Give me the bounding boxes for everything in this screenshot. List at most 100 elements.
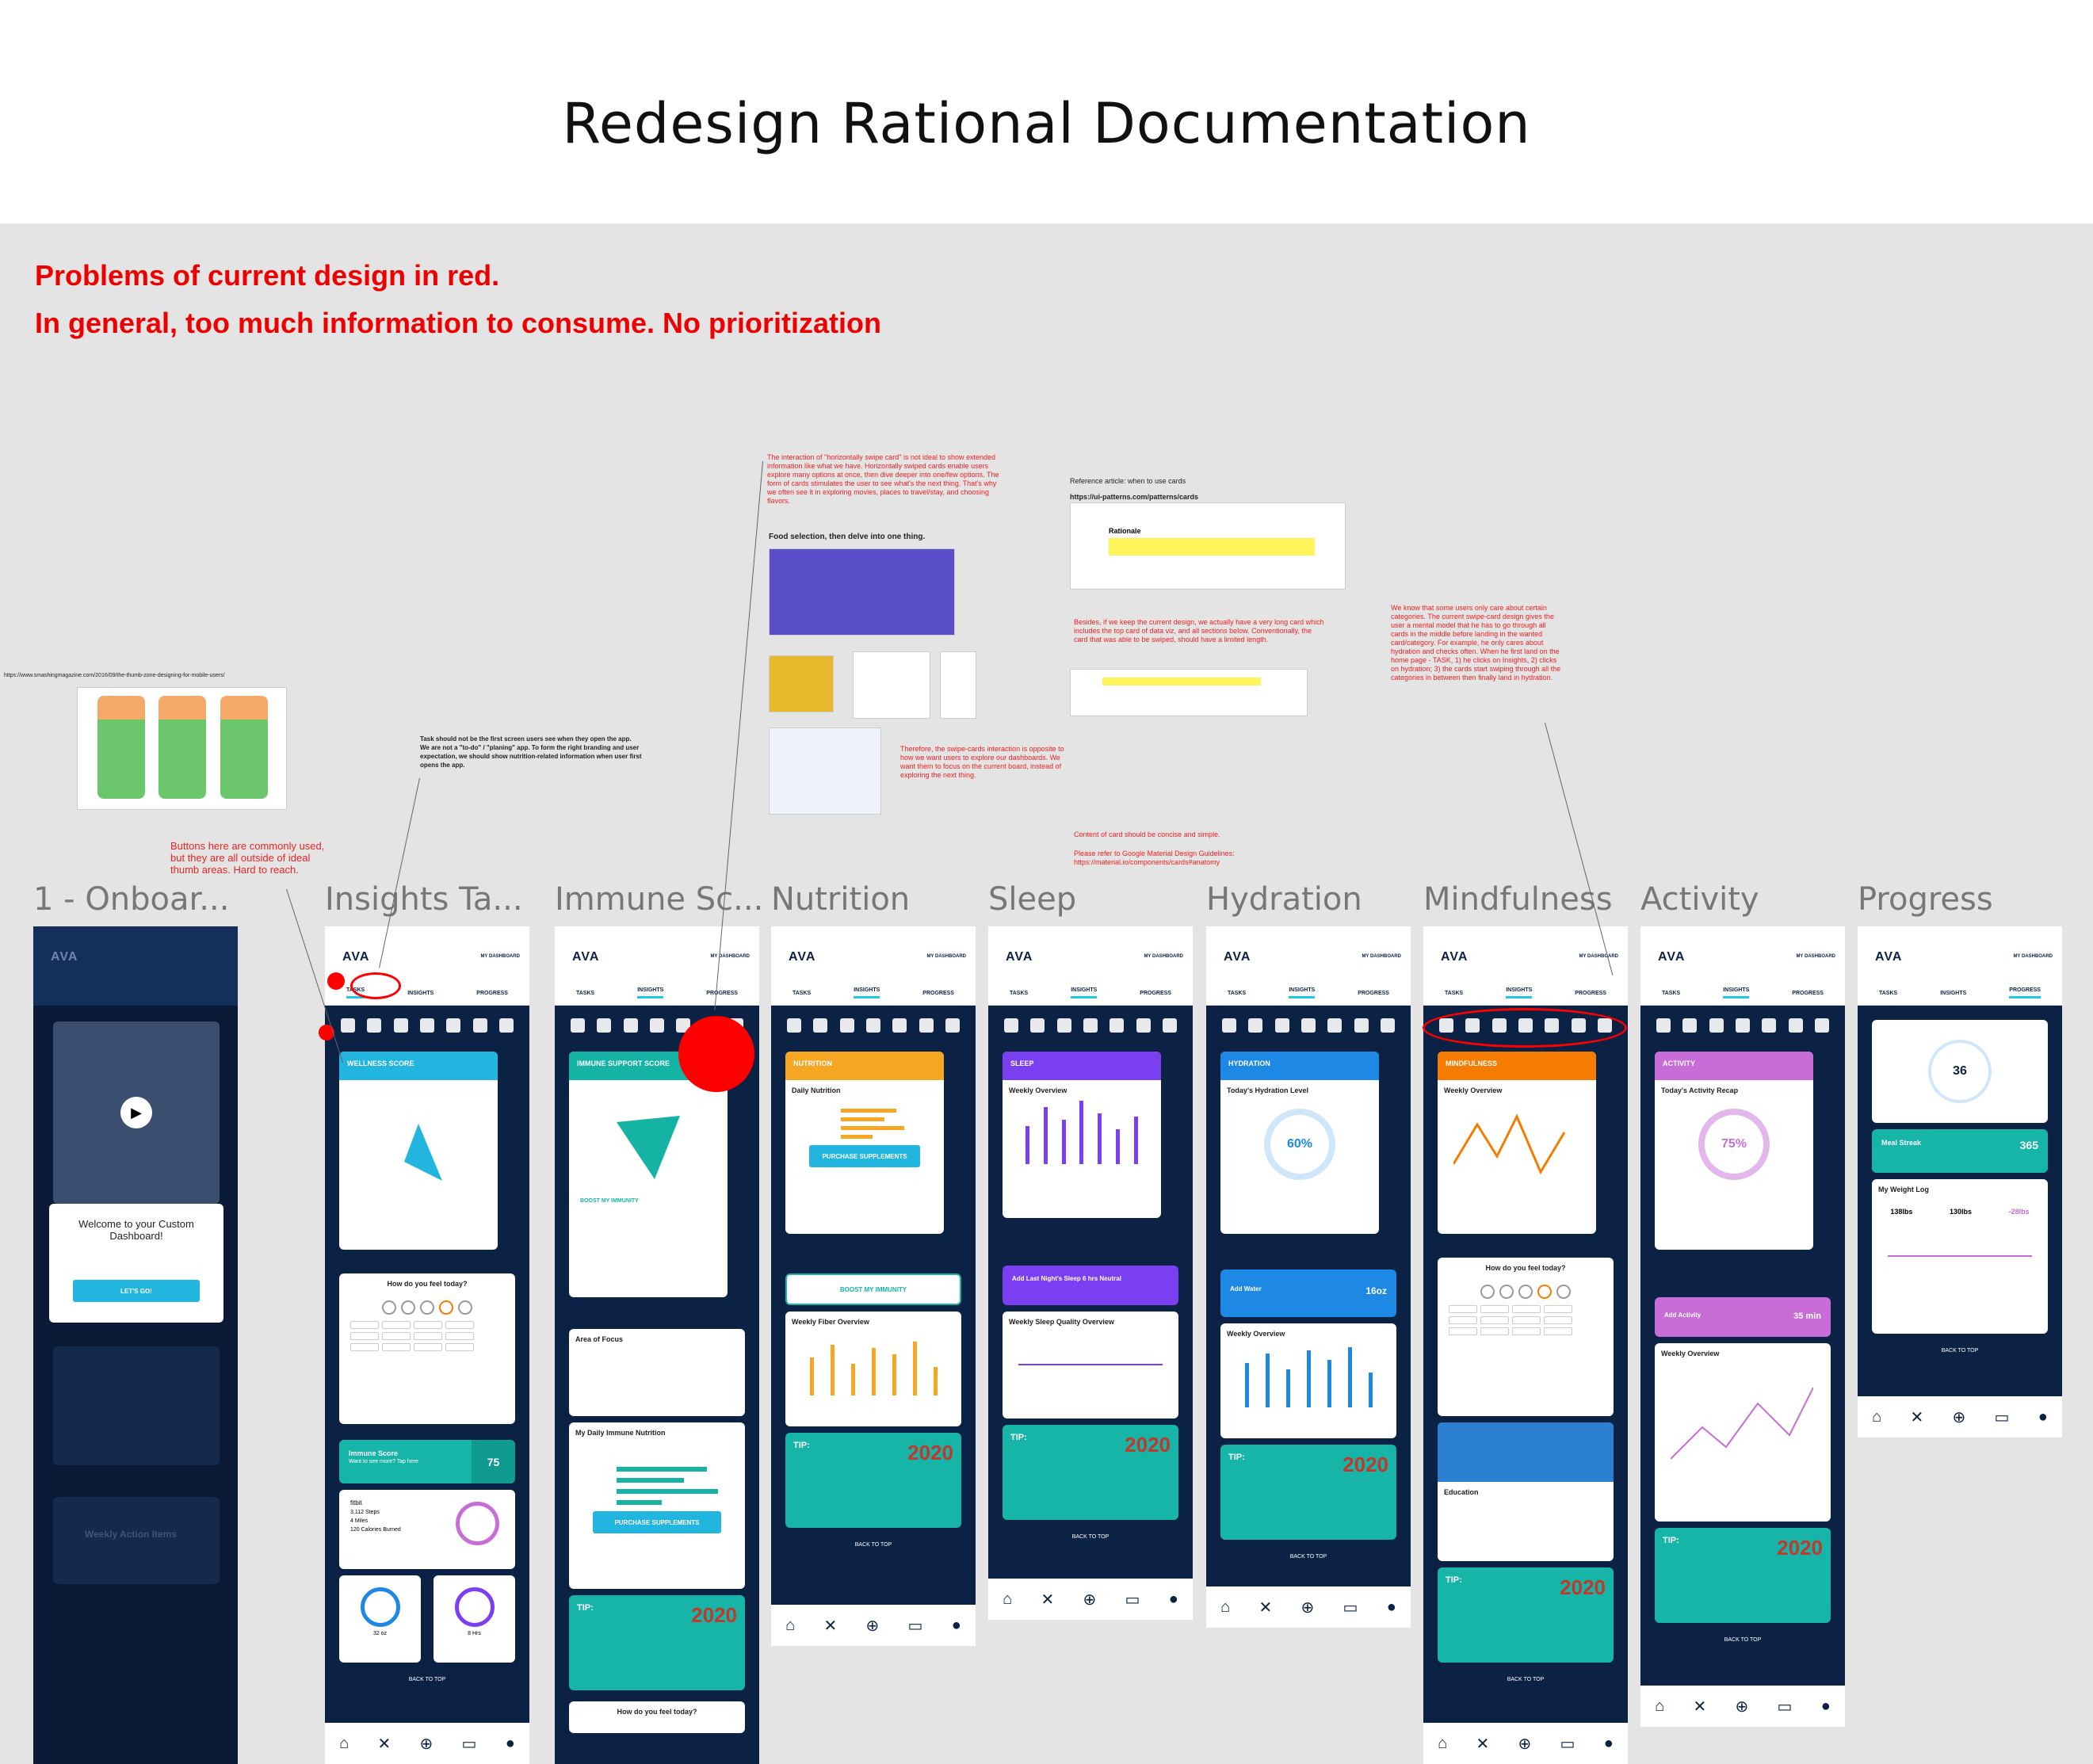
sleep-mini-card[interactable]: 8 Hrs	[433, 1575, 515, 1663]
tab-progress[interactable]: PROGRESS	[1792, 991, 1824, 996]
meal-streak-card[interactable]: Meal Streak 365	[1872, 1129, 2048, 1173]
mood-face-icon[interactable]	[401, 1300, 415, 1315]
my-dashboard-link[interactable]: MY DASHBOARD	[1579, 954, 1618, 959]
category-icon[interactable]	[865, 1018, 880, 1033]
category-icon[interactable]	[1327, 1018, 1342, 1033]
back-to-top[interactable]: BACK TO TOP	[1423, 1669, 1628, 1690]
tab-tasks[interactable]: TASKS	[576, 991, 594, 996]
purchase-button[interactable]: PURCHASE SUPPLEMENTS	[593, 1511, 721, 1533]
chat-icon[interactable]: ▭	[908, 1616, 923, 1636]
category-icon[interactable]	[919, 1018, 934, 1033]
activity-minutes[interactable]: 35 min	[1793, 1312, 1821, 1321]
mood-face-icon[interactable]	[420, 1300, 434, 1315]
category-icon[interactable]	[1030, 1018, 1045, 1033]
tab-insights[interactable]: INSIGHTS	[1940, 991, 1966, 996]
category-icon[interactable]	[786, 1018, 801, 1033]
water-amount[interactable]: 16oz	[1365, 1285, 1387, 1296]
category-icon[interactable]	[1656, 1018, 1671, 1033]
chat-icon[interactable]: ▭	[1995, 1407, 2010, 1427]
category-icon[interactable]	[597, 1018, 612, 1033]
my-dashboard-link[interactable]: MY DASHBOARD	[710, 954, 750, 959]
wellness-card[interactable]: WELLNESS SCORE	[339, 1052, 498, 1250]
tab-insights[interactable]: INSIGHTS	[1071, 987, 1098, 998]
sleep-quality[interactable]: Neutral	[1099, 1275, 1121, 1282]
mindfulness-card[interactable]: MINDFULNESS Weekly Overview	[1438, 1052, 1596, 1234]
category-icon[interactable]	[472, 1018, 487, 1033]
utensils-icon[interactable]: ✕	[823, 1616, 837, 1636]
utensils-icon[interactable]: ✕	[1476, 1734, 1489, 1754]
add-icon[interactable]: ⊕	[1083, 1590, 1097, 1609]
category-icon[interactable]	[1682, 1018, 1698, 1033]
home-icon[interactable]: ⌂	[1438, 1735, 1447, 1753]
home-icon[interactable]: ⌂	[1872, 1408, 1881, 1426]
back-to-top[interactable]: BACK TO TOP	[1858, 1340, 2062, 1361]
category-icon[interactable]	[1163, 1018, 1178, 1033]
category-icon[interactable]	[340, 1018, 355, 1033]
tab-insights[interactable]: INSIGHTS	[1723, 987, 1750, 998]
tab-tasks[interactable]: TASKS	[1010, 991, 1028, 996]
category-icon[interactable]	[1762, 1018, 1777, 1033]
back-to-top[interactable]: BACK TO TOP	[771, 1534, 976, 1556]
profile-icon[interactable]: ●	[1169, 1590, 1178, 1609]
add-icon[interactable]: ⊕	[866, 1616, 880, 1636]
add-icon[interactable]: ⊕	[420, 1734, 433, 1754]
tab-insights[interactable]: INSIGHTS	[637, 987, 664, 998]
category-icon[interactable]	[499, 1018, 514, 1033]
category-icon[interactable]	[570, 1018, 585, 1033]
profile-icon[interactable]: ●	[1821, 1697, 1831, 1716]
tab-progress[interactable]: PROGRESS	[476, 991, 508, 996]
tab-progress[interactable]: PROGRESS	[1140, 991, 1171, 996]
add-icon[interactable]: ⊕	[1953, 1407, 1966, 1427]
category-icon[interactable]	[1056, 1018, 1071, 1033]
tab-insights[interactable]: INSIGHTS	[1506, 987, 1533, 998]
back-to-top[interactable]: BACK TO TOP	[1206, 1546, 1411, 1567]
chat-icon[interactable]: ▭	[1343, 1598, 1358, 1617]
category-icon[interactable]	[1110, 1018, 1125, 1033]
mood-face-icon[interactable]	[1518, 1285, 1533, 1299]
category-icon[interactable]	[1788, 1018, 1803, 1033]
category-icon[interactable]	[1248, 1018, 1263, 1033]
utensils-icon[interactable]: ✕	[1693, 1697, 1706, 1716]
category-icon[interactable]	[1381, 1018, 1396, 1033]
profile-icon[interactable]: ●	[1604, 1735, 1614, 1753]
category-icon[interactable]	[419, 1018, 434, 1033]
back-to-top[interactable]: BACK TO TOP	[325, 1669, 529, 1690]
activity-card[interactable]: ACTIVITY Today's Activity Recap 75%	[1655, 1052, 1813, 1250]
profile-icon[interactable]: ●	[952, 1617, 961, 1635]
utensils-icon[interactable]: ✕	[1910, 1407, 1923, 1427]
add-sleep-row[interactable]: Add Last Night's Sleep 6 hrs Neutral	[1003, 1266, 1178, 1305]
sleep-hours[interactable]: 6 hrs	[1083, 1275, 1098, 1282]
category-icon[interactable]	[839, 1018, 854, 1033]
reference-url[interactable]: https://ui-patterns.com/patterns/cards	[1070, 493, 1198, 502]
category-icon[interactable]	[1354, 1018, 1369, 1033]
my-dashboard-link[interactable]: MY DASHBOARD	[480, 954, 520, 959]
home-icon[interactable]: ⌂	[339, 1735, 349, 1753]
tab-tasks[interactable]: TASKS	[793, 991, 811, 996]
tab-progress[interactable]: PROGRESS	[2009, 987, 2041, 998]
sleep-card[interactable]: SLEEP Weekly Overview	[1003, 1052, 1161, 1218]
category-icon[interactable]	[1300, 1018, 1316, 1033]
my-dashboard-link[interactable]: MY DASHBOARD	[926, 954, 966, 959]
boost-immunity-toggle[interactable]: BOOST MY IMMUNITY	[785, 1273, 961, 1305]
play-icon[interactable]: ▶	[120, 1097, 152, 1128]
category-icon[interactable]	[367, 1018, 382, 1033]
profile-icon[interactable]: ●	[506, 1735, 515, 1753]
back-to-top[interactable]: BACK TO TOP	[1640, 1629, 1845, 1651]
category-icon[interactable]	[1735, 1018, 1750, 1033]
chat-icon[interactable]: ▭	[1778, 1697, 1793, 1716]
mood-face-icon[interactable]	[382, 1300, 396, 1315]
purchase-button[interactable]: PURCHASE SUPPLEMENTS	[809, 1145, 920, 1167]
tab-progress[interactable]: PROGRESS	[922, 991, 954, 996]
mood-face-icon[interactable]	[1537, 1285, 1552, 1299]
category-icon[interactable]	[1815, 1018, 1830, 1033]
category-icon[interactable]	[1221, 1018, 1236, 1033]
my-dashboard-link[interactable]: MY DASHBOARD	[2013, 954, 2053, 959]
home-icon[interactable]: ⌂	[785, 1617, 795, 1635]
utensils-icon[interactable]: ✕	[377, 1734, 391, 1754]
mood-face-icon[interactable]	[1556, 1285, 1571, 1299]
profile-icon[interactable]: ●	[1387, 1598, 1396, 1617]
home-icon[interactable]: ⌂	[1220, 1598, 1230, 1617]
mood-face-icon[interactable]	[1499, 1285, 1514, 1299]
my-dashboard-link[interactable]: MY DASHBOARD	[1796, 954, 1835, 959]
category-icon[interactable]	[649, 1018, 664, 1033]
